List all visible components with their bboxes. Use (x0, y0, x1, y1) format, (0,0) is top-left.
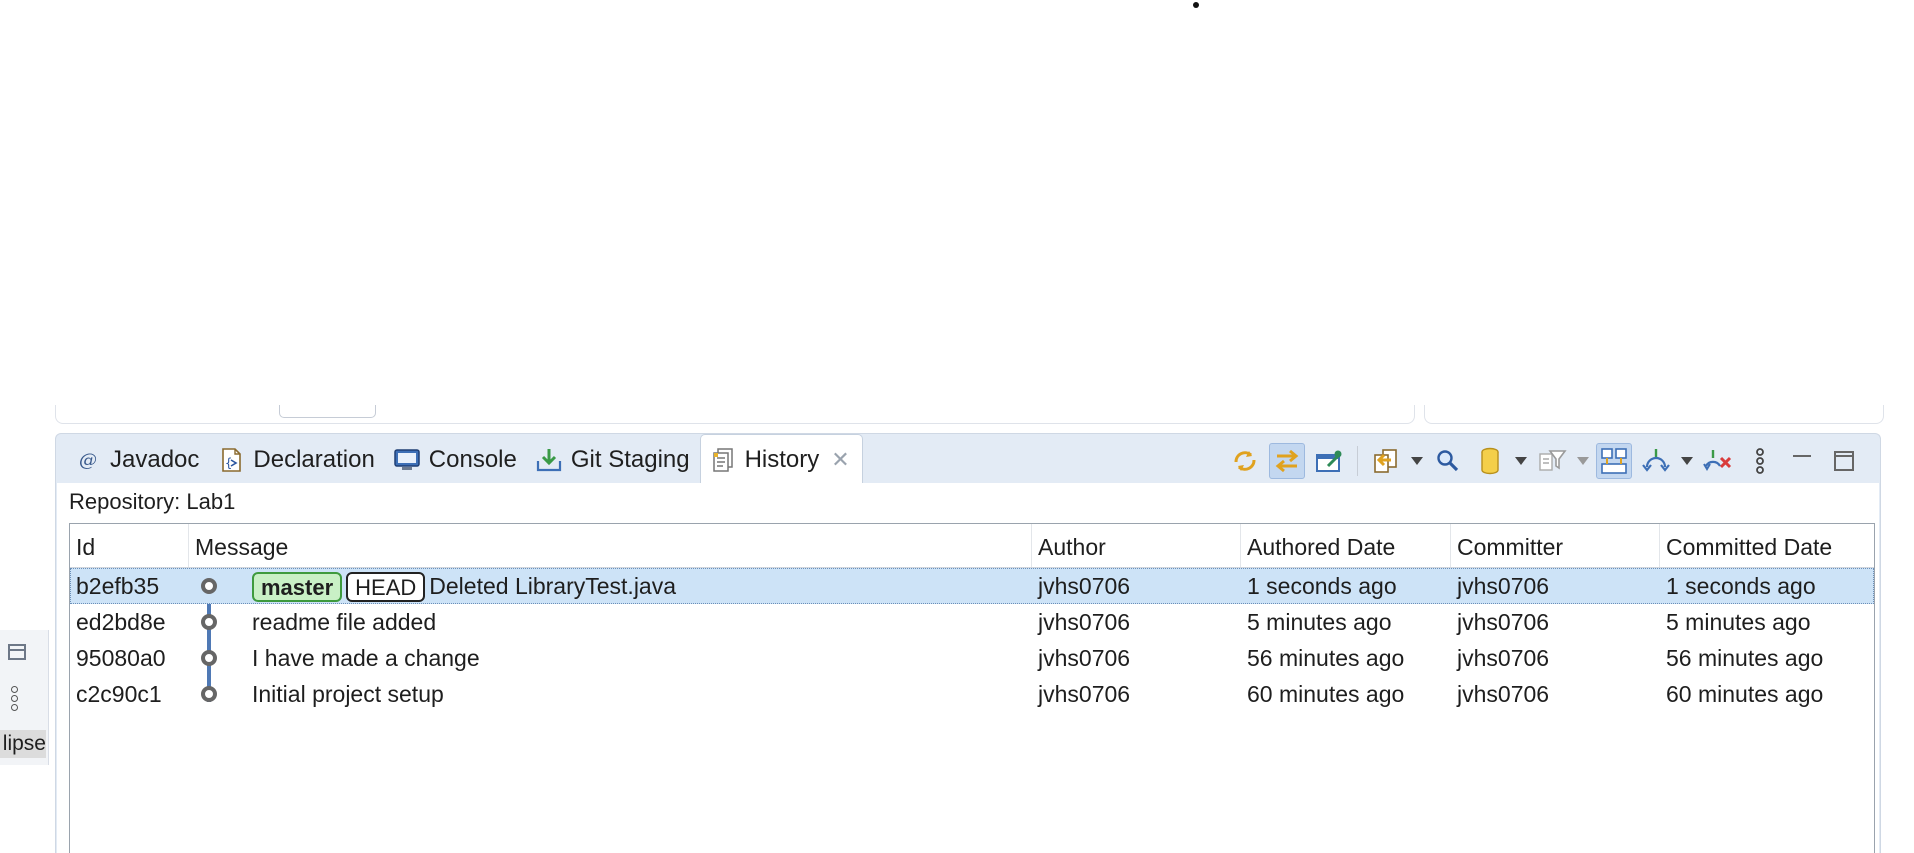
tab-git-staging[interactable]: Git Staging (527, 436, 700, 484)
chevron-down-icon[interactable] (1576, 443, 1590, 479)
repository-icon[interactable] (1472, 443, 1508, 479)
table-row[interactable]: ed2bd8e readme file added jvhs0706 5 min… (70, 604, 1874, 640)
commit-author: jvhs0706 (1038, 645, 1131, 671)
chevron-down-icon[interactable] (1410, 443, 1424, 479)
at-sign-icon: @ (74, 446, 102, 474)
commit-committer: jvhs0706 (1457, 609, 1550, 635)
search-icon[interactable] (1430, 443, 1466, 479)
committed-date: 60 minutes ago (1666, 681, 1824, 707)
column-header-committer[interactable]: Committer (1451, 524, 1660, 567)
commit-author: jvhs0706 (1038, 681, 1131, 707)
editor-area-edge (55, 405, 1415, 424)
tab-label: Javadoc (110, 446, 200, 473)
pin-icon[interactable] (1311, 443, 1347, 479)
declaration-icon: { (217, 446, 245, 474)
committed-date: 1 seconds ago (1666, 573, 1816, 599)
head-ref-badge: HEAD (346, 571, 426, 602)
tab-javadoc[interactable]: @ Javadoc (66, 436, 209, 484)
column-header-committed-date[interactable]: Committed Date (1660, 524, 1874, 567)
authored-date: 56 minutes ago (1247, 645, 1405, 671)
column-header-message[interactable]: Message (189, 524, 1032, 567)
commit-node-icon (201, 686, 217, 702)
svg-text:{: { (225, 456, 232, 470)
git-staging-icon (535, 446, 563, 474)
maximize-icon[interactable] (1826, 443, 1862, 479)
close-icon[interactable]: ✕ (831, 447, 849, 473)
committed-date: 5 minutes ago (1666, 609, 1811, 635)
console-monitor-icon (393, 446, 421, 474)
chevron-down-icon[interactable] (1680, 443, 1694, 479)
commit-node-icon (201, 650, 217, 666)
tab-label: Declaration (253, 446, 375, 473)
tab-declaration[interactable]: { Declaration (209, 436, 384, 484)
table-header: Id Message Author Authored Date Committe… (70, 524, 1874, 568)
view-menu-icon[interactable] (11, 686, 23, 713)
commit-message: I have made a change (252, 645, 480, 671)
commit-id: ed2bd8e (76, 609, 166, 635)
table-row[interactable]: c2c90c1 Initial project setup jvhs0706 6… (70, 676, 1874, 712)
history-toolbar (1227, 442, 1862, 480)
svg-text:@: @ (79, 450, 97, 471)
minimized-side-panel: lipse (0, 630, 49, 765)
authored-date: 60 minutes ago (1247, 681, 1405, 707)
tab-console[interactable]: Console (385, 436, 527, 484)
stray-dot (1193, 2, 1199, 8)
authored-date: 5 minutes ago (1247, 609, 1392, 635)
filter-icon[interactable] (1534, 443, 1570, 479)
table-row[interactable]: b2efb35 master HEAD Deleted LibraryTest.ja… (70, 568, 1874, 604)
editor-tab-edge (279, 405, 376, 418)
compare-mode-icon[interactable] (1368, 443, 1404, 479)
commit-node-icon (201, 578, 217, 594)
view-menu-icon[interactable] (1742, 443, 1778, 479)
commit-table: Id Message Author Authored Date Committe… (69, 523, 1875, 853)
table-row[interactable]: 95080a0 I have made a change jvhs0706 56… (70, 640, 1874, 676)
outline-area-edge (1424, 405, 1884, 424)
truncated-panel-label: lipse (0, 730, 46, 758)
commit-author: jvhs0706 (1038, 609, 1131, 635)
remove-merge-icon[interactable] (1700, 443, 1736, 479)
commit-committer: jvhs0706 (1457, 681, 1550, 707)
tab-label: Git Staging (570, 446, 690, 473)
commit-id: c2c90c1 (76, 681, 162, 707)
repository-label: Repository: Lab1 (69, 489, 236, 514)
commit-message: readme file added (252, 609, 437, 635)
commit-committer: jvhs0706 (1457, 645, 1550, 671)
column-header-id[interactable]: Id (70, 524, 189, 567)
commit-author: jvhs0706 (1038, 573, 1131, 599)
history-view-panel: @ Javadoc { Declaration Console Git Stag… (55, 433, 1881, 853)
toolbar-separator (1357, 446, 1358, 476)
show-all-branches-icon[interactable] (1596, 443, 1632, 479)
view-tab-bar: @ Javadoc { Declaration Console Git Stag… (66, 434, 863, 484)
compare-branches-icon[interactable] (1638, 443, 1674, 479)
commit-committer: jvhs0706 (1457, 573, 1550, 599)
refresh-icon[interactable] (1227, 443, 1263, 479)
tab-history[interactable]: History ✕ (699, 434, 863, 484)
commit-message-cell: master HEAD Deleted LibraryTest.java (246, 568, 676, 604)
column-header-author[interactable]: Author (1032, 524, 1241, 567)
restore-icon[interactable] (8, 644, 26, 660)
committed-date: 56 minutes ago (1666, 645, 1824, 671)
commit-id: 95080a0 (76, 645, 166, 671)
commit-message: Deleted LibraryTest.java (429, 573, 677, 599)
authored-date: 1 seconds ago (1247, 573, 1397, 599)
tab-label: Console (428, 446, 517, 473)
chevron-down-icon[interactable] (1514, 443, 1528, 479)
column-header-authored-date[interactable]: Authored Date (1241, 524, 1451, 567)
branch-ref-badge: master (252, 571, 343, 602)
history-icon (709, 446, 737, 474)
link-with-selection-icon[interactable] (1269, 443, 1305, 479)
commit-id: b2efb35 (76, 573, 160, 599)
commit-message: Initial project setup (252, 681, 444, 707)
commit-node-icon (201, 614, 217, 630)
tab-label: History (744, 445, 820, 473)
minimize-icon[interactable] (1784, 443, 1820, 479)
history-content: Repository: Lab1 Id Message Author Autho… (57, 483, 1879, 853)
